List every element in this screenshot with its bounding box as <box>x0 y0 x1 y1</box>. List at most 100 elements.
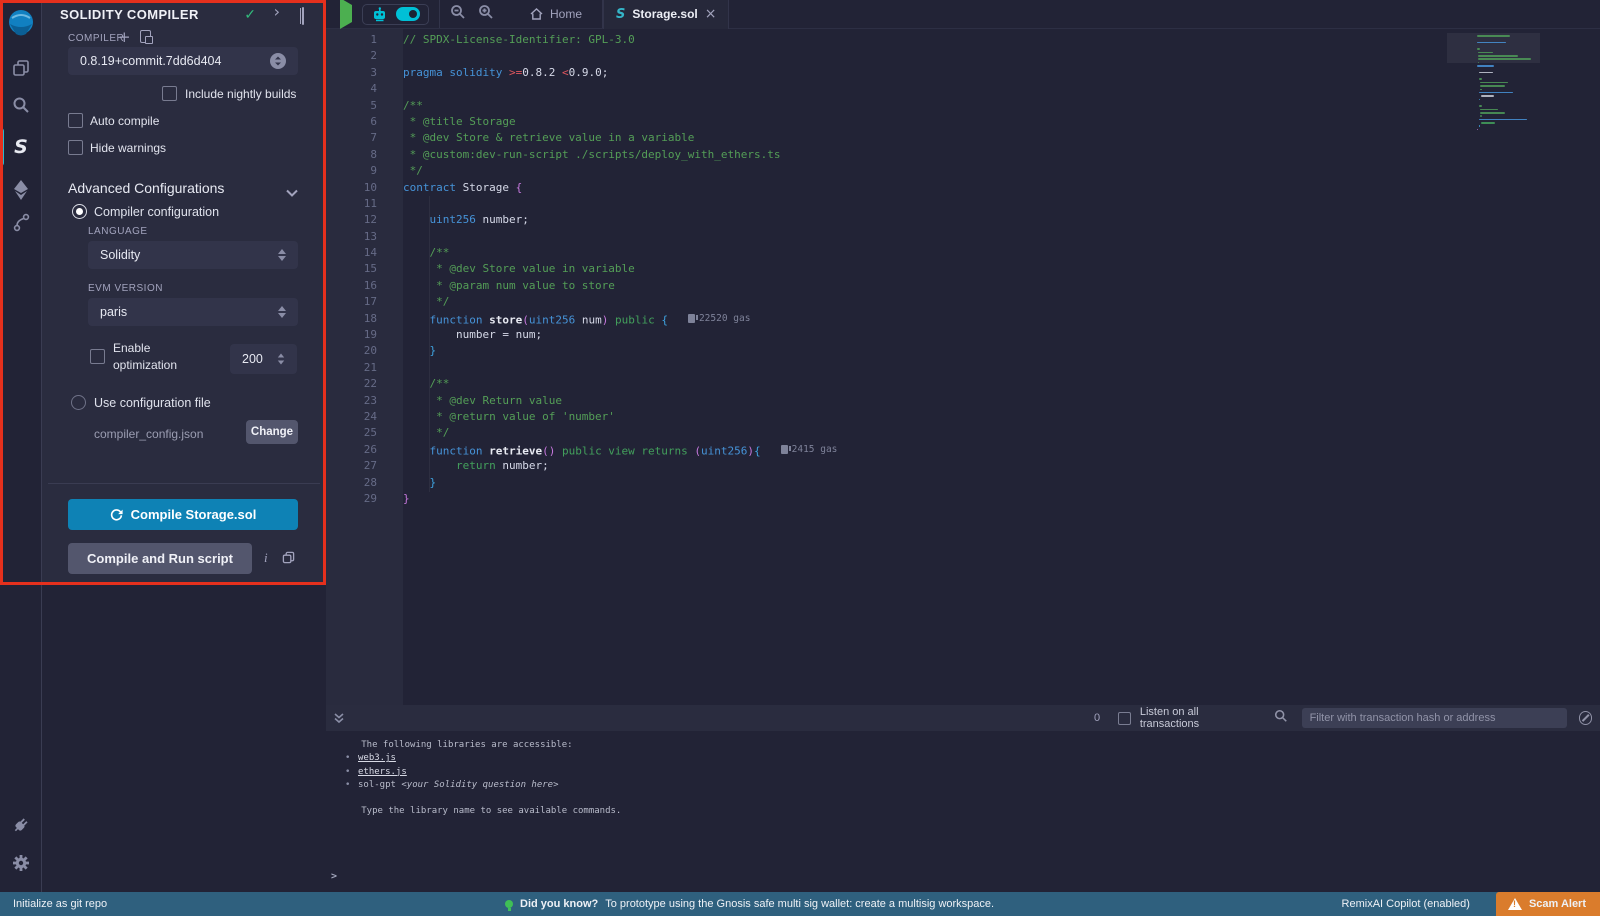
tab-storage-sol[interactable]: S Storage.sol × <box>603 0 729 29</box>
file-explorer-icon[interactable] <box>0 51 42 85</box>
line-number: 11 <box>326 196 377 212</box>
listen-all-transactions-label: Listen on all transactions <box>1140 706 1258 730</box>
line-number: 18 <box>326 311 377 327</box>
tab-home-label: Home <box>550 7 582 21</box>
compiler-version-select[interactable]: 0.8.19+commit.7dd6d404 <box>68 47 298 75</box>
line-number: 9 <box>326 163 377 179</box>
line-number: 29 <box>326 491 377 507</box>
enable-optimization-checkbox[interactable] <box>90 349 105 364</box>
compile-button-label: Compile Storage.sol <box>131 507 257 522</box>
evm-version-value: paris <box>100 305 127 319</box>
include-nightly-checkbox[interactable] <box>162 86 177 101</box>
collapse-terminal-icon[interactable] <box>333 712 345 724</box>
listen-all-transactions-checkbox[interactable] <box>1118 712 1131 725</box>
config-file-name: compiler_config.json <box>94 427 203 441</box>
compiler-section-label: COMPILER <box>68 33 124 44</box>
terminal-line: •sol-gpt <your Solidity question here> <box>345 779 1600 792</box>
code-line: */ <box>403 294 1440 310</box>
terminal-link[interactable]: ethers.js <box>358 767 407 777</box>
add-compiler-icon[interactable]: + <box>118 28 131 46</box>
zoom-in-icon[interactable] <box>478 4 494 25</box>
terminal-prompt[interactable]: > <box>331 871 337 882</box>
publish-chevron-icon[interactable]: › <box>274 4 280 20</box>
transaction-filter-input[interactable] <box>1302 708 1567 728</box>
copilot-status[interactable]: RemixAI Copilot (enabled) <box>1342 898 1470 910</box>
copilot-robot-icon[interactable] <box>371 7 388 22</box>
advanced-chevron-down-icon[interactable] <box>286 184 298 202</box>
plugin-manager-icon[interactable] <box>0 808 42 842</box>
compile-button[interactable]: Compile Storage.sol <box>68 499 298 530</box>
home-icon <box>530 8 543 20</box>
minimap[interactable] <box>1477 34 1537 131</box>
line-number: 23 <box>326 393 377 409</box>
panel-divider <box>48 483 320 484</box>
line-number: 15 <box>326 261 377 277</box>
copy-icon[interactable] <box>282 551 295 569</box>
run-script-button[interactable] <box>340 5 352 23</box>
tab-home[interactable]: Home <box>518 0 594 29</box>
optimization-runs-input[interactable]: 200 <box>230 344 297 374</box>
tab-close-icon[interactable]: × <box>705 6 717 22</box>
code-line: } <box>403 343 1440 359</box>
compile-success-check-icon: ✓ <box>244 7 256 21</box>
code-line: * @dev Store & retrieve value in a varia… <box>403 130 1440 146</box>
solidity-compiler-panel: SOLIDITY COMPILER ✓ › COMPILER + 0.8.19+… <box>42 0 326 585</box>
did-you-know-tip: Did you know? To prototype using the Gno… <box>505 892 994 916</box>
scam-alert-badge[interactable]: Scam Alert <box>1496 892 1600 916</box>
tab-storage-label: Storage.sol <box>632 7 697 21</box>
line-number: 1 <box>326 32 377 48</box>
terminal-line: •web3.js <box>345 752 1600 765</box>
code-line: /** <box>403 98 1440 114</box>
remix-logo[interactable] <box>0 5 42 41</box>
code-line: /** <box>403 376 1440 392</box>
line-number: 19 <box>326 327 377 343</box>
hide-warnings-label: Hide warnings <box>90 141 166 155</box>
code-line: */ <box>403 163 1440 179</box>
zoom-out-icon[interactable] <box>450 4 466 25</box>
line-number: 27 <box>326 458 377 474</box>
code-editor[interactable]: 1234567891011121314151617181920212223242… <box>326 29 1600 705</box>
info-icon[interactable]: i <box>264 550 268 566</box>
hide-warnings-checkbox[interactable] <box>68 140 83 155</box>
solidity-compiler-icon[interactable]: S <box>0 130 42 164</box>
clear-console-icon[interactable] <box>1579 711 1593 725</box>
auto-compile-checkbox[interactable] <box>68 113 83 128</box>
terminal-output: The following libraries are accessible:•… <box>326 731 1600 892</box>
solidity-file-icon: S <box>616 7 625 22</box>
terminal-search-icon[interactable] <box>1274 709 1288 728</box>
line-number: 12 <box>326 212 377 228</box>
line-number: 26 <box>326 442 377 458</box>
compiler-configuration-radio[interactable] <box>72 204 87 219</box>
search-icon[interactable] <box>0 88 42 122</box>
line-number: 28 <box>326 475 377 491</box>
git-init-status[interactable]: Initialize as git repo <box>13 892 107 916</box>
compiler-version-value: 0.8.19+commit.7dd6d404 <box>80 54 221 68</box>
include-nightly-label: Include nightly builds <box>185 87 296 101</box>
settings-gear-icon[interactable] <box>0 846 42 880</box>
terminal-link[interactable]: web3.js <box>358 753 396 763</box>
icon-rail: S <box>0 0 42 892</box>
optimization-runs-value: 200 <box>242 352 263 366</box>
code-line: * @param num value to store <box>403 278 1440 294</box>
pin-panel-icon[interactable] <box>302 9 304 23</box>
evm-version-select[interactable]: paris <box>88 298 298 326</box>
line-number: 2 <box>326 48 377 64</box>
evm-version-label: EVM VERSION <box>88 283 163 294</box>
main-area: Home S Storage.sol × 1234567891011121314… <box>326 0 1600 892</box>
line-number: 22 <box>326 376 377 392</box>
language-select[interactable]: Solidity <box>88 241 298 269</box>
panel-title: SOLIDITY COMPILER <box>60 7 199 22</box>
line-number: 20 <box>326 343 377 359</box>
git-icon[interactable] <box>0 205 42 239</box>
open-file-icon[interactable] <box>140 30 151 48</box>
code-line: * @custom:dev-run-script ./scripts/deplo… <box>403 147 1440 163</box>
deploy-run-icon[interactable] <box>0 173 42 207</box>
language-value: Solidity <box>100 248 140 262</box>
advanced-configurations-title[interactable]: Advanced Configurations <box>68 180 224 196</box>
change-config-button[interactable]: Change <box>246 420 298 444</box>
use-configuration-file-radio[interactable] <box>71 395 86 410</box>
tip-text: To prototype using the Gnosis safe multi… <box>605 898 994 910</box>
compile-and-run-button[interactable]: Compile and Run script <box>68 543 252 574</box>
line-number: 17 <box>326 294 377 310</box>
copilot-toggle[interactable] <box>396 7 420 21</box>
